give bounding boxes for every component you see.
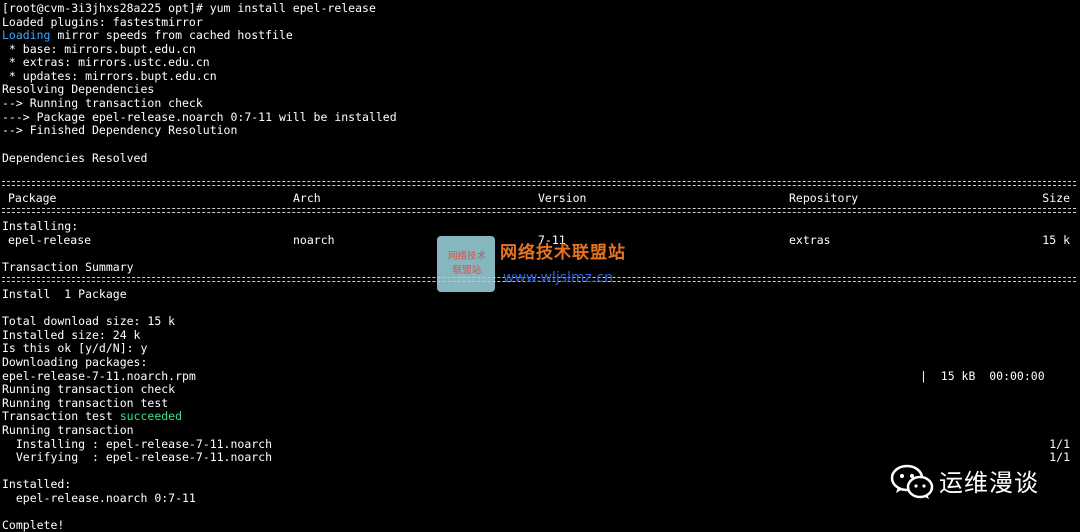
watermark-logo-text: 网络技术 联盟站 — [441, 250, 493, 278]
wechat-icon — [890, 464, 934, 499]
prompt-line: Is this ok [y/d/N]: y — [2, 341, 148, 355]
table-header-repository: Repository — [789, 191, 859, 205]
table-section-label: Installing: — [2, 219, 79, 233]
output-line: Verifying : epel-release-7-11.noarch — [2, 450, 273, 464]
output-line: Transaction test succeeded — [2, 409, 182, 423]
transaction-summary-title: Transaction Summary — [2, 260, 134, 274]
table-separator — [2, 208, 1076, 213]
installing-progress: 1/1 — [1049, 437, 1070, 451]
table-cell-repository: extras — [789, 233, 831, 247]
table-cell-size: 15 k — [1042, 233, 1070, 247]
output-line: Running transaction test — [2, 396, 169, 410]
loading-keyword: Loading — [2, 28, 51, 42]
download-stats: | 15 kB 00:00:00 — [920, 369, 1045, 383]
output-line: * updates: mirrors.bupt.edu.cn — [2, 69, 217, 83]
table-header-package: Package — [8, 191, 57, 205]
succeeded-keyword: succeeded — [119, 409, 183, 423]
watermark-title: 网络技术联盟站 — [500, 243, 626, 263]
output-line: Running transaction — [2, 423, 134, 437]
watermark-logo-line1: 网络技术 — [447, 251, 486, 262]
output-line: Downloading packages: — [2, 355, 148, 369]
output-line: --> Finished Dependency Resolution — [2, 123, 238, 137]
output-line: * extras: mirrors.ustc.edu.cn — [2, 55, 210, 69]
brand-label: 运维漫谈 — [939, 469, 1039, 497]
output-line: Running transaction check — [2, 382, 176, 396]
terminal-window[interactable]: [root@cvm-3i3jhxs28a225 opt]# yum instal… — [0, 0, 1080, 532]
output-line: Resolving Dependencies — [2, 82, 155, 96]
output-line: Loading mirror speeds from cached hostfi… — [2, 28, 293, 42]
output-line: epel-release-7-11.noarch.rpm — [2, 369, 196, 383]
output-line: Complete! — [2, 518, 65, 532]
command-line: [root@cvm-3i3jhxs28a225 opt]# yum instal… — [2, 1, 376, 15]
output-line: Total download size: 15 k — [2, 314, 176, 328]
verifying-progress: 1/1 — [1049, 450, 1070, 464]
output-line: * base: mirrors.bupt.edu.cn — [2, 42, 196, 56]
output-line: --> Running transaction check — [2, 96, 203, 110]
table-header-version: Version — [538, 191, 587, 205]
table-header-size: Size — [1042, 191, 1070, 205]
output-text: mirror speeds from cached hostfile — [50, 28, 293, 42]
watermark-url: www.wljslmz.cn — [503, 270, 613, 286]
output-line: Installed: — [2, 477, 72, 491]
table-separator — [2, 181, 1076, 186]
watermark-logo-line2: 联盟站 — [452, 265, 482, 276]
output-line: ---> Package epel-release.noarch 0:7-11 … — [2, 110, 397, 124]
output-line: Dependencies Resolved — [2, 151, 148, 165]
table-header-arch: Arch — [293, 191, 321, 205]
output-line: epel-release.noarch 0:7-11 — [2, 491, 196, 505]
table-cell-arch: noarch — [293, 233, 335, 247]
output-line: Loaded plugins: fastestmirror — [2, 15, 203, 29]
output-text: Transaction test — [2, 409, 120, 423]
install-count: Install 1 Package — [2, 287, 127, 301]
output-line: Installed size: 24 k — [2, 328, 141, 342]
output-line: Installing : epel-release-7-11.noarch — [2, 437, 273, 451]
table-cell-package: epel-release — [8, 233, 92, 247]
